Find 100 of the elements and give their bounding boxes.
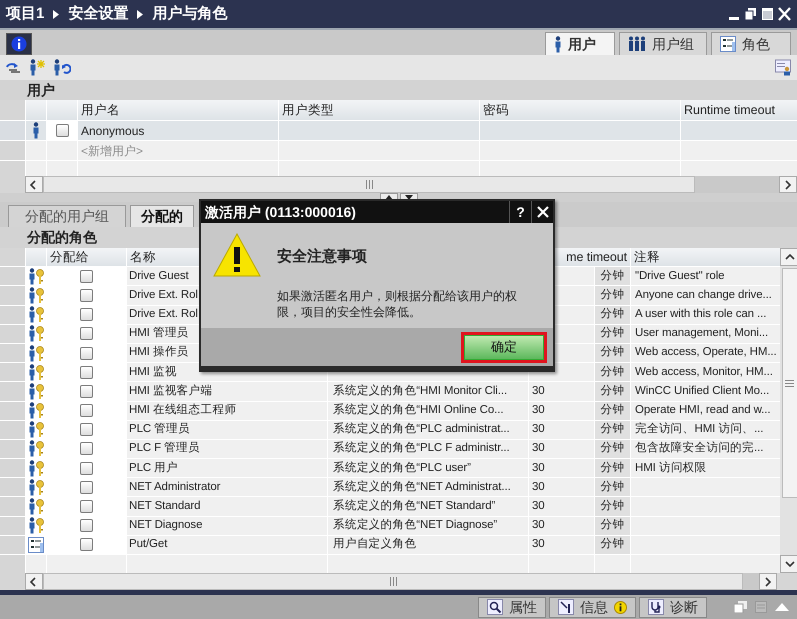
sync-icon[interactable] [5, 60, 21, 74]
table-cell-text: 分钟 [600, 460, 624, 476]
breadcrumb-arrow-icon [53, 10, 60, 18]
breadcrumb-arrow-icon [137, 10, 144, 18]
checkbox[interactable] [80, 366, 93, 379]
column-header: Runtime timeout [681, 100, 797, 120]
list-icon [28, 536, 44, 553]
table-cell-text: 分钟 [600, 344, 624, 360]
row-header [0, 516, 25, 535]
table-cell-text: 分钟 [600, 440, 624, 456]
user-icon [554, 36, 562, 52]
row-header [0, 536, 25, 554]
view-tab[interactable]: 用户 [545, 32, 615, 55]
user-key-icon [28, 440, 44, 458]
table-cell-text: 分钟 [600, 536, 624, 552]
table-cell-text: 30 [532, 480, 545, 495]
status-tab[interactable]: 诊断 [639, 596, 707, 618]
column-header: 用户名 [78, 100, 278, 120]
scroll-down-button[interactable] [780, 555, 797, 574]
magnifier-icon [487, 599, 503, 615]
view-tab[interactable]: 用户组 [619, 32, 707, 55]
table-cell [26, 555, 46, 574]
user-icon [32, 122, 40, 139]
scroll-right-button[interactable] [759, 573, 777, 590]
scroll-left-button[interactable] [25, 176, 43, 193]
table-cell-text: NET Standard [129, 498, 200, 514]
expand-up-icon[interactable] [775, 602, 789, 612]
scroll-grip-icon [785, 380, 794, 386]
table-cell-text: 用户自定义角色 [333, 536, 416, 552]
table-cell-text: HMI 管理员 [129, 326, 189, 342]
breadcrumb-item[interactable]: 项目1 [6, 2, 44, 26]
table-cell-text: NET Diagnose [129, 518, 202, 534]
user-key-icon [28, 478, 44, 496]
user-key-icon [28, 382, 44, 400]
checkbox[interactable] [80, 500, 93, 514]
maximize-icon[interactable] [761, 7, 774, 21]
table-cell-text: 30 [532, 460, 545, 476]
checkbox[interactable] [80, 346, 93, 360]
user-key-icon [28, 306, 44, 324]
breadcrumb-item[interactable]: 安全设置 [68, 2, 128, 26]
list-icon [720, 36, 736, 52]
table-cell [26, 161, 46, 176]
checkbox[interactable] [80, 308, 93, 322]
table-cell-text: 分钟 [600, 402, 624, 418]
row-header [0, 363, 25, 382]
table-cell-text: 系统定义的角色“NET Standard” [333, 498, 496, 514]
scrollbar-thumb[interactable] [782, 268, 797, 498]
info-icon [11, 36, 27, 52]
add-user-icon[interactable] [29, 59, 45, 76]
checkbox[interactable] [80, 480, 93, 494]
restore-icon[interactable] [744, 7, 757, 21]
table-cell-text: 系统定义的角色“PLC user” [333, 460, 471, 476]
table-cell-text: A user with this role can ... [635, 307, 766, 322]
close-icon[interactable] [778, 7, 791, 21]
breadcrumb-item[interactable]: 用户与角色 [152, 2, 228, 26]
checkbox[interactable] [80, 404, 93, 418]
row-header [0, 459, 25, 478]
scroll-grip-icon [390, 577, 396, 586]
checkbox[interactable] [80, 270, 93, 283]
checkbox[interactable] [80, 288, 93, 302]
table-cell-text: Anonymous [81, 122, 144, 140]
table-cell-text: 分钟 [600, 422, 624, 438]
checkbox[interactable] [80, 462, 93, 475]
column-header [26, 248, 46, 266]
checkbox[interactable] [80, 327, 93, 340]
checkbox[interactable] [80, 538, 93, 552]
user-list-icon[interactable] [775, 59, 792, 76]
warning-icon [213, 233, 261, 277]
info-button[interactable] [6, 32, 32, 54]
row-header [0, 440, 25, 458]
user-refresh-icon[interactable] [53, 59, 71, 76]
windows-icon[interactable] [734, 601, 747, 613]
row-header [0, 382, 25, 400]
scroll-up-button[interactable] [780, 248, 797, 266]
stethoscope-icon [648, 599, 664, 615]
table-cell-text: 分钟 [600, 364, 624, 380]
table-cell-text: 30 [532, 384, 545, 399]
scroll-left-button[interactable] [25, 573, 43, 590]
user-key-icon [28, 268, 44, 285]
tab[interactable]: 分配的用户组 [8, 205, 126, 227]
scroll-grip-icon [366, 180, 372, 189]
checkbox[interactable] [80, 423, 93, 436]
view-tab[interactable]: 角色 [711, 32, 791, 55]
status-tab[interactable]: 属性 [478, 596, 546, 618]
table-cell-text: Drive Ext. Rol [129, 288, 198, 303]
checkbox[interactable] [80, 442, 93, 456]
row-header [0, 267, 25, 286]
table-cell-text: 系统定义的角色“NET Administrat... [333, 479, 511, 495]
user-group-icon [628, 36, 646, 52]
user-key-icon [28, 344, 44, 362]
table-cell-text: User management, Moni... [635, 326, 768, 342]
table-cell-text: 分钟 [600, 384, 624, 399]
tab[interactable]: 分配的 [130, 205, 194, 227]
column-header: 注释 [631, 248, 780, 266]
checkbox[interactable] [80, 519, 93, 532]
scroll-right-button[interactable] [779, 176, 797, 193]
checkbox[interactable] [56, 124, 68, 137]
status-tab[interactable]: 信息 [549, 596, 636, 618]
row-header [0, 324, 25, 343]
checkbox[interactable] [80, 384, 93, 398]
